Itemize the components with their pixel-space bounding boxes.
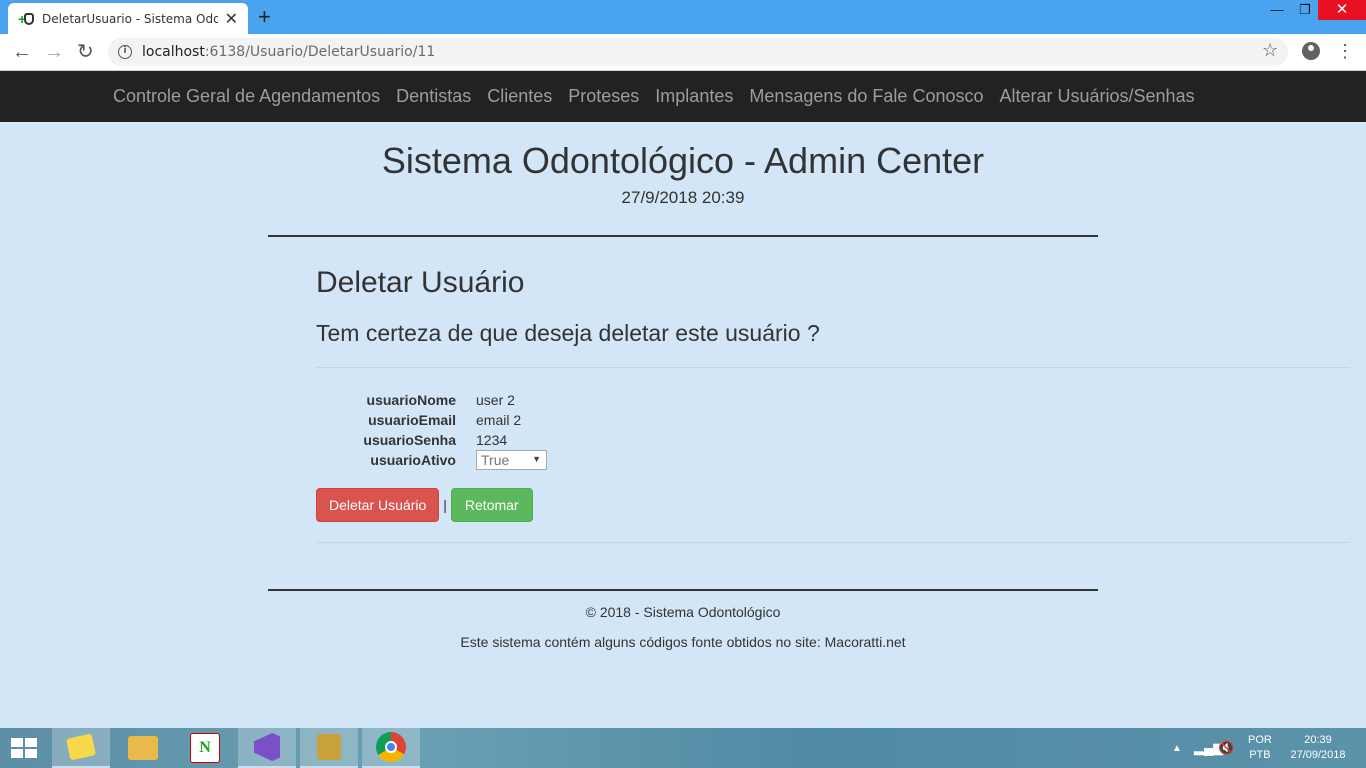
browser-tab[interactable]: + DeletarUsuario - Sistema Odonto ✕ — [8, 3, 248, 34]
site-navbar: Controle Geral de Agendamentos Dentistas… — [0, 71, 1366, 122]
page-heading: Deletar Usuário — [316, 266, 525, 299]
windows-taskbar: N ▲ ▂▄▆ 🔇 POR PTB 20:39 27/09/2018 — [0, 728, 1366, 768]
detail-value: user 2 — [476, 392, 515, 408]
form-actions: Deletar Usuário | Retomar — [316, 488, 533, 522]
confirm-question: Tem certeza de que deseja deletar este u… — [316, 320, 820, 346]
detail-value: email 2 — [476, 412, 522, 428]
detail-label: usuarioNome — [366, 392, 456, 408]
close-window-icon[interactable]: ✕ — [1318, 0, 1366, 20]
clock-time: 20:39 — [1304, 734, 1332, 746]
delete-user-button[interactable]: Deletar Usuário — [316, 488, 440, 522]
user-details: usuarioNome user 2 usuarioEmail email 2 … — [316, 390, 547, 470]
header-divider — [268, 235, 1098, 237]
detail-value: 1234 — [476, 432, 508, 448]
taskbar-file-explorer-icon[interactable] — [114, 728, 172, 768]
details-bottom-divider — [316, 542, 1350, 543]
forward-arrow-icon[interactable]: → — [44, 40, 64, 64]
detail-label: usuarioAtivo — [370, 452, 456, 468]
taskbar-sticky-notes-icon[interactable] — [52, 728, 110, 768]
detail-row-ativo: usuarioAtivo True ▼ — [316, 450, 547, 470]
site-title: Sistema Odontológico - Admin Center — [381, 140, 985, 181]
input-language-indicator[interactable]: POR PTB — [1248, 728, 1272, 768]
taskbar-tools-icon[interactable] — [300, 728, 358, 768]
site-header: Sistema Odontológico - Admin Center 27/9… — [0, 140, 1366, 208]
nav-mensagens[interactable]: Mensagens do Fale Conosco — [741, 86, 991, 107]
url-path: :6138/Usuario/DeletarUsuario/11 — [204, 44, 436, 60]
details-top-divider — [316, 367, 1350, 368]
detail-label: usuarioSenha — [363, 432, 456, 448]
url-text: localhost:6138/Usuario/DeletarUsuario/11 — [142, 44, 435, 60]
account-icon[interactable] — [1302, 42, 1320, 60]
footer-divider — [268, 589, 1098, 591]
footer-note: Este sistema contém alguns códigos fonte… — [460, 634, 906, 650]
button-separator: | — [443, 497, 447, 513]
lang-code: POR — [1248, 734, 1272, 746]
taskbar-visual-studio-icon[interactable] — [238, 728, 296, 768]
volume-muted-icon[interactable]: 🔇 — [1218, 728, 1234, 768]
info-icon[interactable]: i — [118, 45, 132, 59]
tooth-favicon-icon: + — [18, 11, 34, 27]
detail-label: usuarioEmail — [368, 412, 456, 428]
taskbar-chrome-icon[interactable] — [362, 728, 420, 768]
bookmark-star-icon[interactable]: ☆ — [1262, 40, 1278, 61]
clock-date: 27/09/2018 — [1290, 749, 1346, 761]
dropdown-arrow-icon: ▼ — [532, 454, 541, 464]
windows-start-icon[interactable] — [11, 738, 37, 758]
browser-toolbar: ← → ↻ i localhost:6138/Usuario/DeletarUs… — [0, 34, 1366, 71]
nav-proteses[interactable]: Proteses — [560, 86, 647, 107]
nav-implantes[interactable]: Implantes — [647, 86, 741, 107]
detail-row-email: usuarioEmail email 2 — [316, 410, 547, 430]
close-tab-icon[interactable]: ✕ — [225, 9, 238, 29]
ativo-select[interactable]: True ▼ — [476, 450, 547, 470]
nav-alterar-usuarios[interactable]: Alterar Usuários/Senhas — [991, 86, 1202, 107]
nav-dentistas[interactable]: Dentistas — [388, 86, 479, 107]
browser-tab-strip: + DeletarUsuario - Sistema Odonto ✕ + — … — [0, 0, 1366, 34]
reload-icon[interactable]: ↻ — [77, 40, 94, 64]
back-button[interactable]: Retomar — [450, 488, 533, 522]
detail-row-senha: usuarioSenha 1234 — [316, 430, 547, 450]
keyboard-layout: PTB — [1249, 749, 1271, 761]
new-tab-icon[interactable]: + — [258, 4, 271, 30]
header-datetime: 27/9/2018 20:39 — [621, 188, 745, 207]
nav-clientes[interactable]: Clientes — [479, 86, 560, 107]
ativo-select-value: True — [481, 452, 510, 468]
taskbar-clock[interactable]: 20:39 27/09/2018 — [1286, 728, 1350, 768]
menu-dots-icon[interactable]: ⋮ — [1336, 40, 1354, 62]
address-bar[interactable]: i localhost:6138/Usuario/DeletarUsuario/… — [108, 38, 1288, 66]
footer-copyright: © 2018 - Sistema Odontológico — [585, 604, 781, 620]
taskbar-nunit-icon[interactable]: N — [176, 728, 234, 768]
restore-window-icon[interactable]: ❐ — [1288, 0, 1322, 20]
detail-row-nome: usuarioNome user 2 — [316, 390, 547, 410]
tray-show-hidden-icon[interactable]: ▲ — [1172, 728, 1182, 768]
nav-agendamentos[interactable]: Controle Geral de Agendamentos — [105, 86, 388, 107]
url-host: localhost — [142, 44, 205, 60]
tab-title: DeletarUsuario - Sistema Odonto — [42, 11, 218, 26]
back-arrow-icon[interactable]: ← — [12, 40, 32, 64]
